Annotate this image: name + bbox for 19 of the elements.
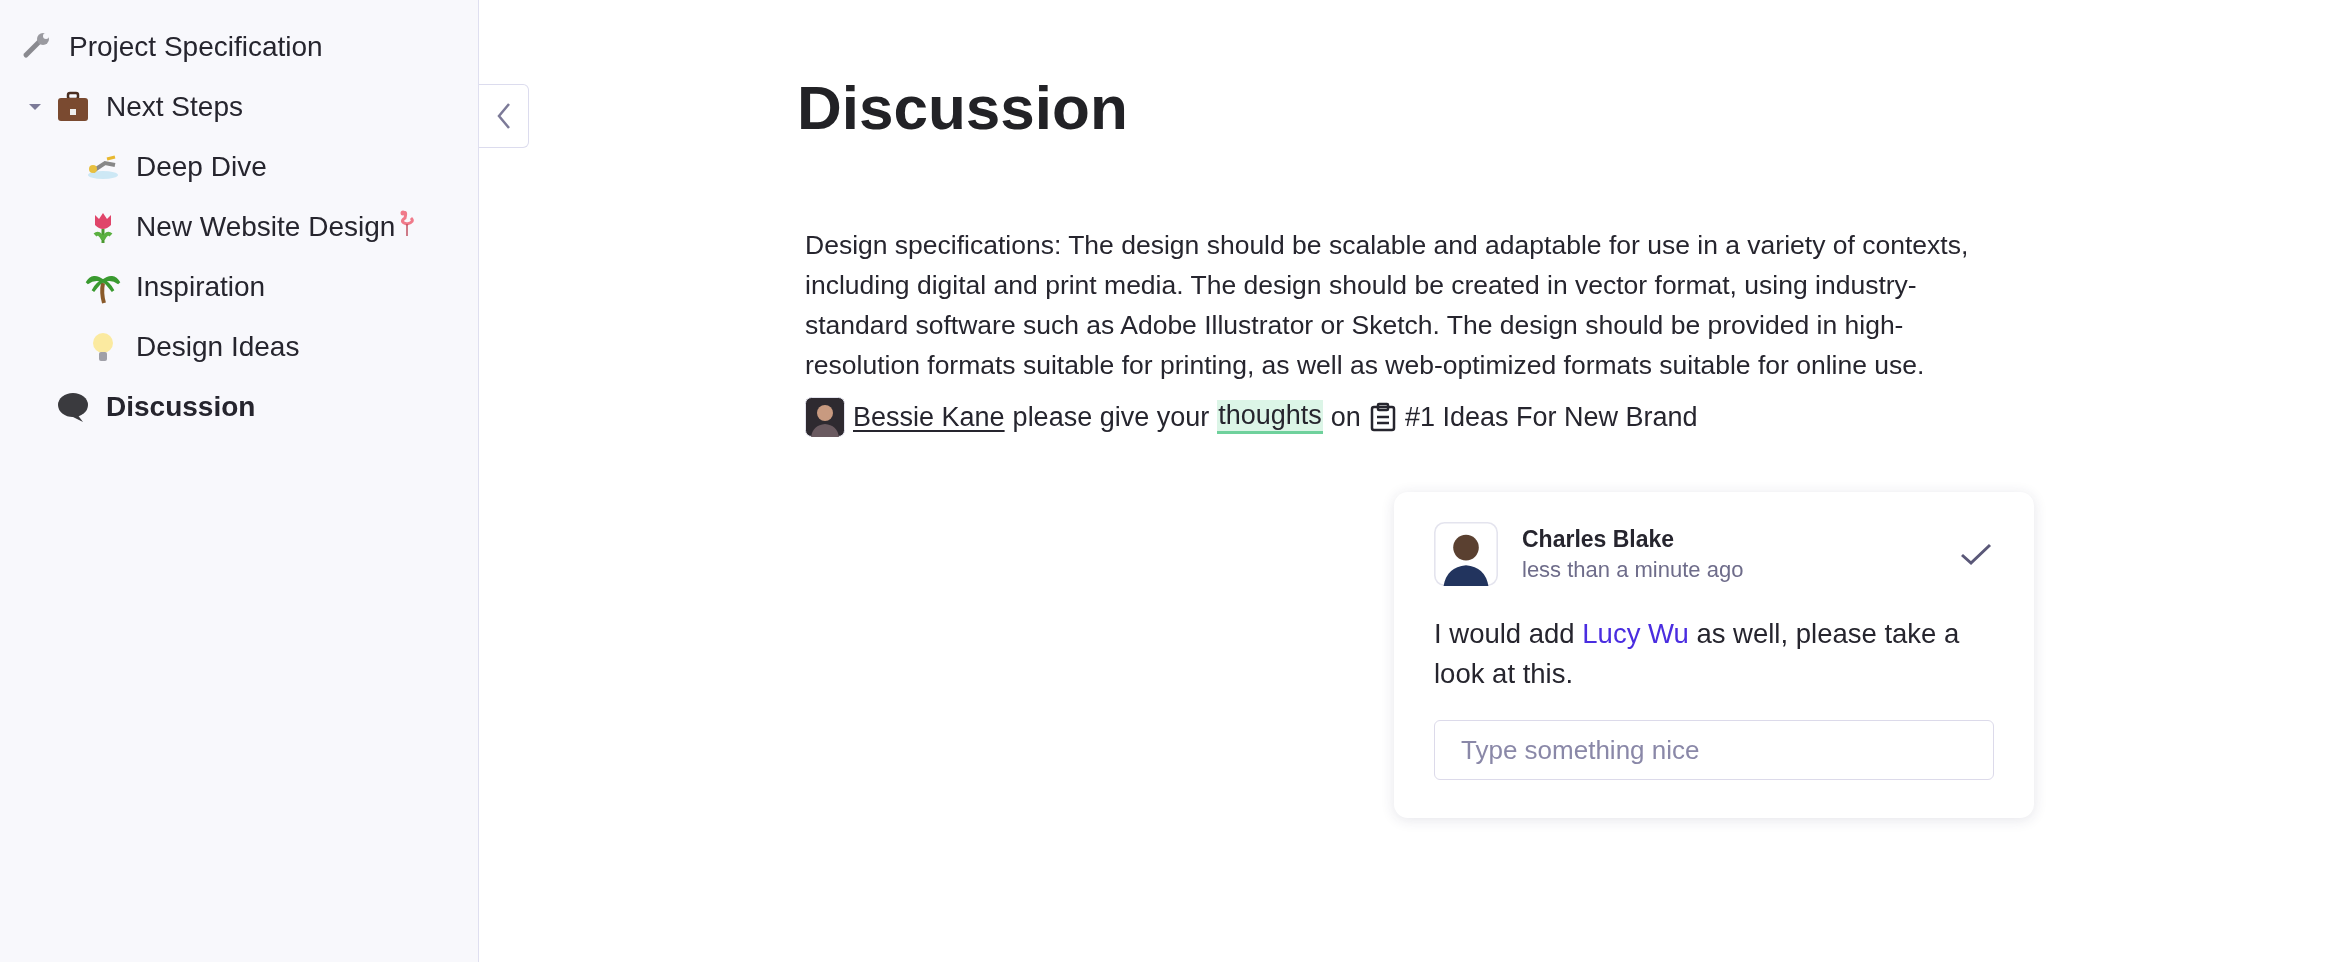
- sidebar-item[interactable]: Deep Dive: [0, 137, 478, 197]
- mention-text: on: [1330, 401, 1361, 433]
- sidebar-item[interactable]: Next Steps: [0, 77, 478, 137]
- comment-time: less than a minute ago: [1522, 556, 1745, 583]
- sidebar-item[interactable]: New Website Design: [0, 197, 478, 257]
- page-link[interactable]: #1 Ideas For New Brand: [1404, 401, 1698, 433]
- sidebar-item[interactable]: Project Specification: [0, 17, 478, 77]
- person-mention[interactable]: Bessie Kane: [853, 401, 1005, 433]
- reply-field[interactable]: Type something nice: [1434, 720, 1994, 780]
- mention-text: please give your: [1012, 401, 1210, 433]
- sidebar-item[interactable]: Inspiration: [0, 257, 478, 317]
- comment-body: I would add Lucy Wu as well, please take a look at this.: [1434, 617, 1961, 691]
- paragraph: Design specifications: The design should be scalable and adaptable for use in a variety of contexts, including digital and print media. The design should be created in vector format, using industry-standard software such as Adobe Illustrator or Sketch. The design should be provided in high-resolution formats suitable for printing, as well as web-optimized formats suitable for online use.: [805, 229, 1970, 382]
- highlighted-word[interactable]: thoughts: [1217, 400, 1323, 434]
- comment-author: Charles Blake: [1522, 525, 1676, 553]
- sidebar-item[interactable]: Discussion: [0, 377, 478, 437]
- page-title: Discussion: [797, 72, 1129, 143]
- sidebar-item[interactable]: Design Ideas: [0, 317, 478, 377]
- user-mention[interactable]: Lucy Wu: [1582, 618, 1689, 649]
